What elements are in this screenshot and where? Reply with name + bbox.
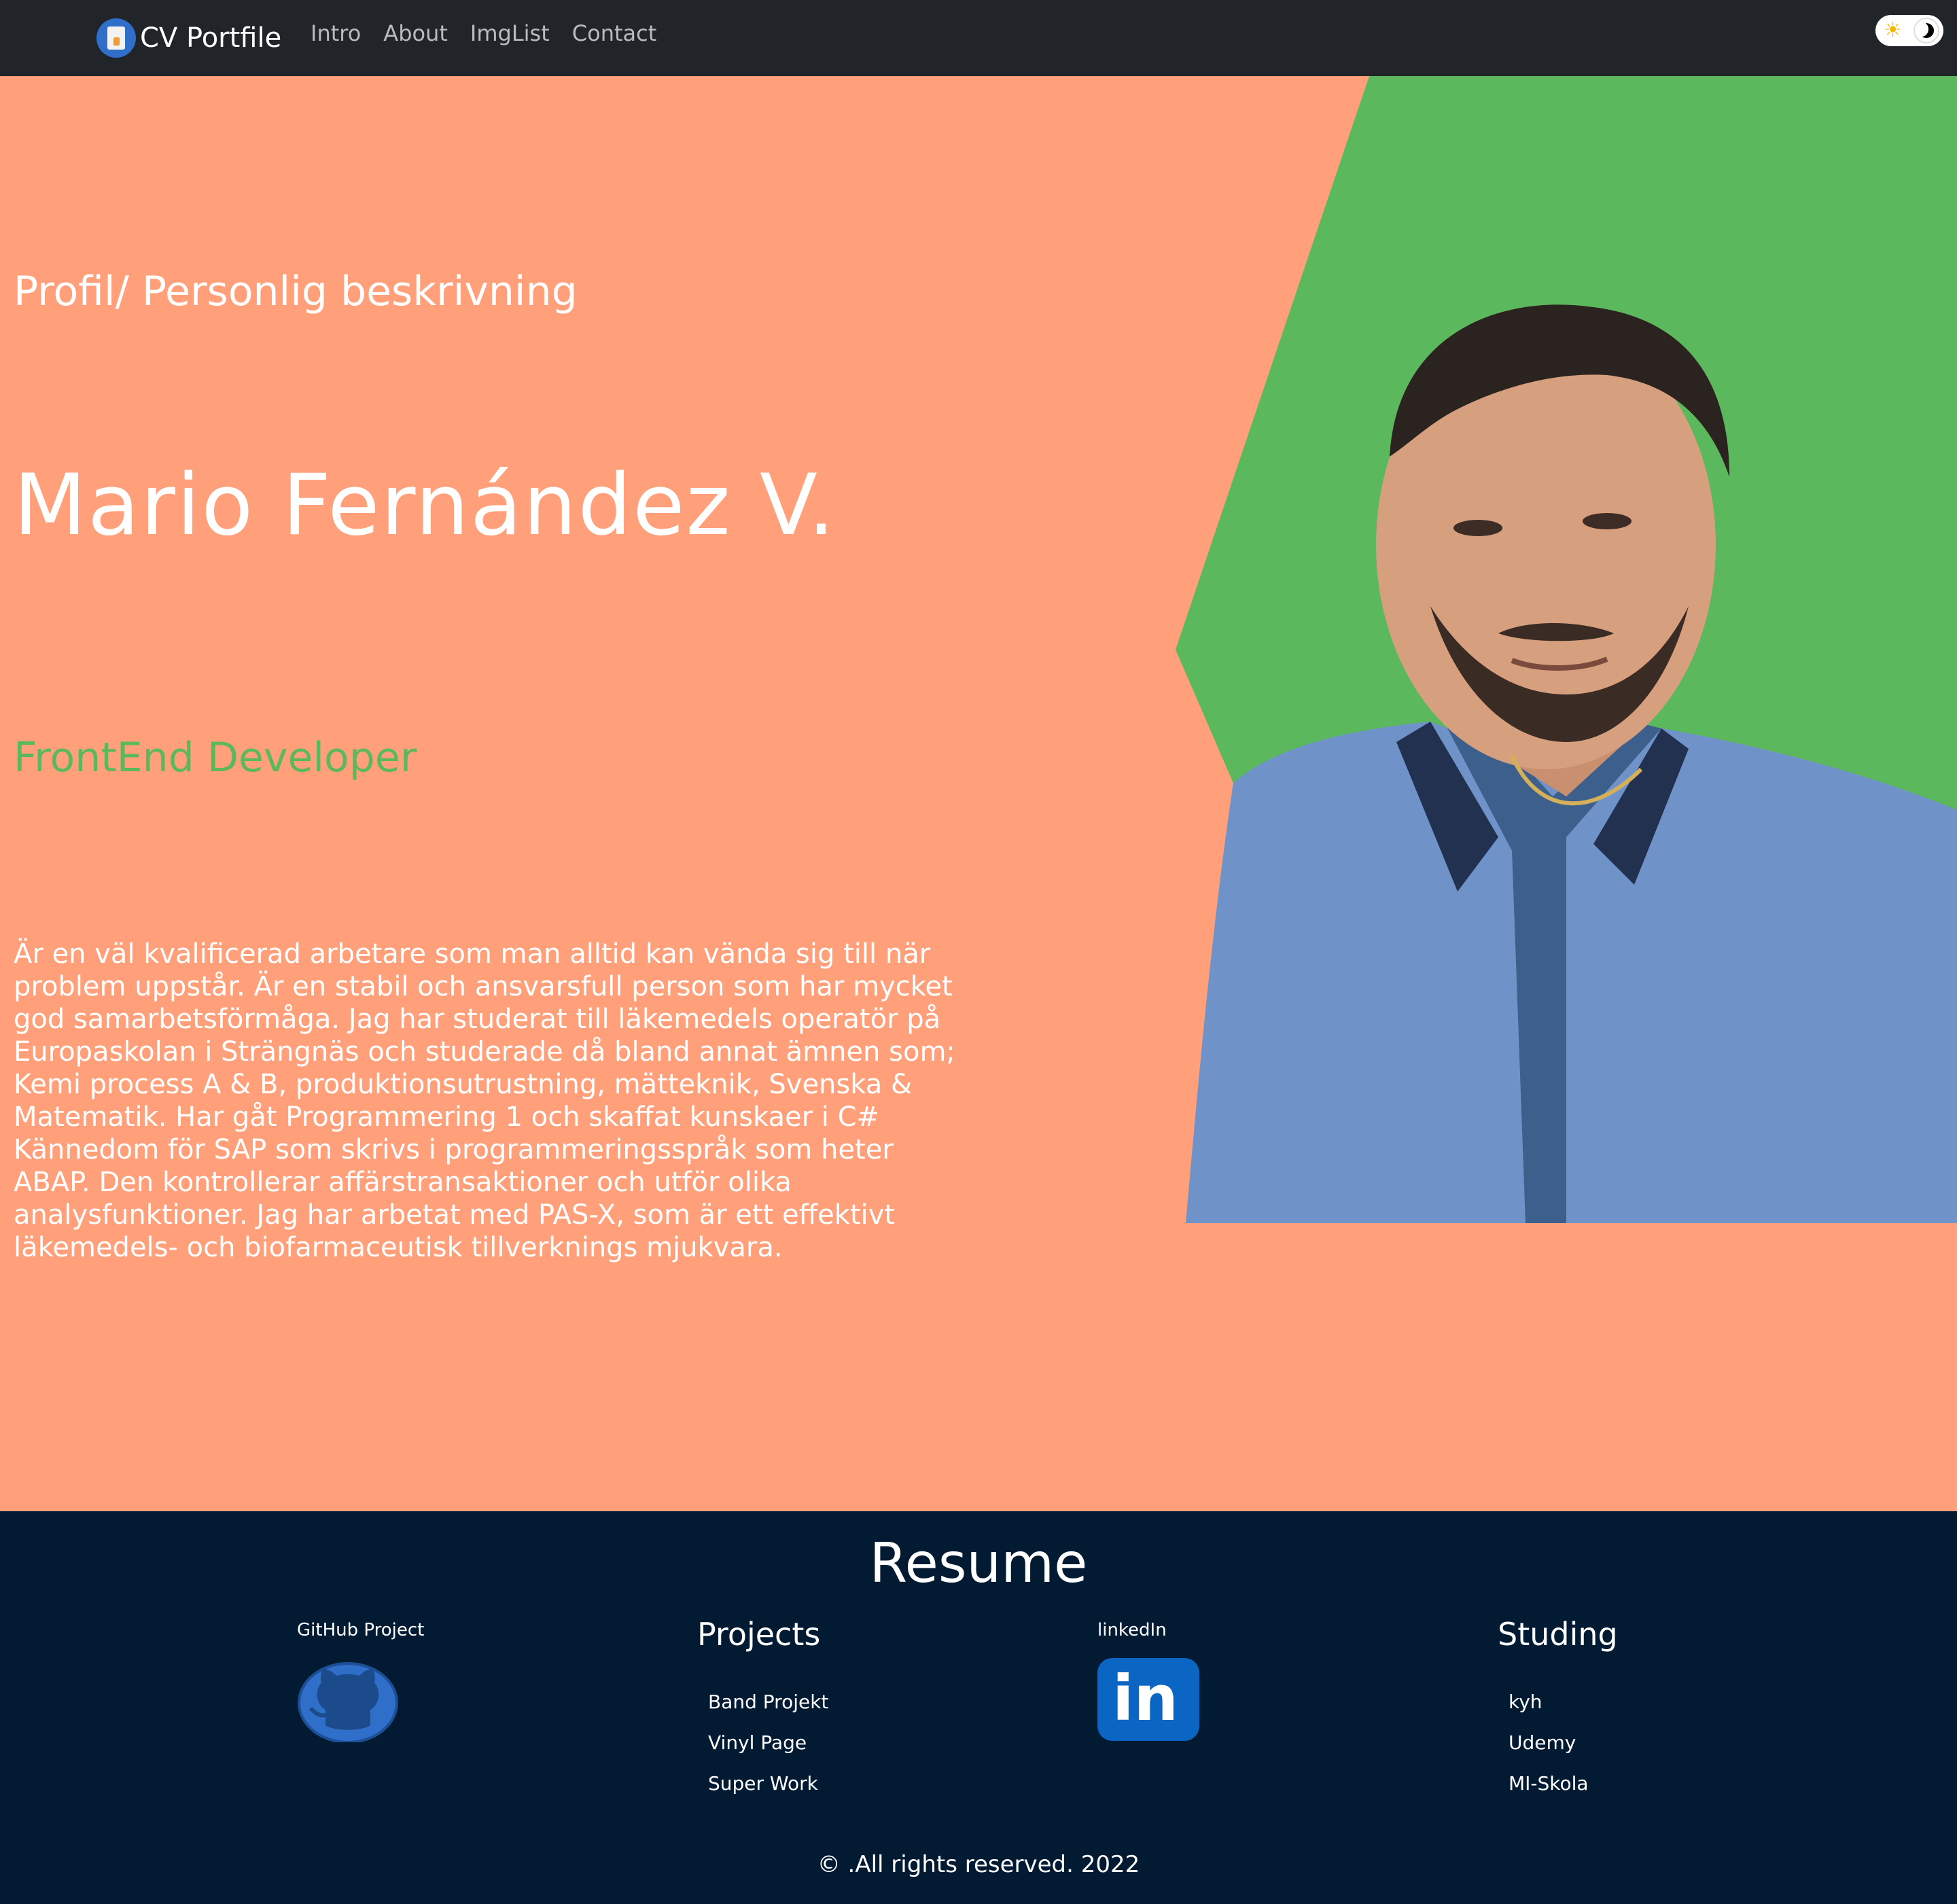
moon-icon	[1915, 22, 1934, 38]
project-link-superwork[interactable]: Super Work	[708, 1772, 818, 1795]
cv-document-icon	[96, 18, 136, 58]
studing-list: kyh Udemy MI-Skola	[1509, 1691, 1589, 1813]
nav-link-intro[interactable]: Intro	[311, 20, 361, 46]
sun-icon: ☀	[1884, 18, 1902, 42]
projects-list: Band Projekt Vinyl Page Super Work	[708, 1691, 828, 1813]
nav-link-about[interactable]: About	[383, 20, 448, 46]
studing-title: Studing	[1498, 1616, 1618, 1653]
list-item: Udemy	[1509, 1731, 1589, 1772]
theme-toggle[interactable]: ☀	[1875, 15, 1943, 46]
study-link-udemy[interactable]: Udemy	[1509, 1731, 1576, 1754]
list-item: MI-Skola	[1509, 1772, 1589, 1813]
nav-links: Intro About ImgList Contact	[311, 20, 679, 46]
projects-title: Projects	[697, 1616, 821, 1653]
studing-column: Studing kyh Udemy MI-Skola	[1498, 1616, 1618, 1795]
linkedin-icon[interactable]: in	[1097, 1658, 1199, 1741]
linkedin-title: linkedIn	[1097, 1620, 1167, 1640]
copyright-text: © .All rights reserved. 2022	[817, 1851, 1140, 1878]
github-title: GitHub Project	[297, 1620, 425, 1640]
hero-name: Mario Fernández V.	[14, 457, 836, 554]
project-link-band[interactable]: Band Projekt	[708, 1691, 828, 1713]
nav-link-contact[interactable]: Contact	[572, 20, 657, 46]
projects-column: Projects Band Projekt Vinyl Page Super W…	[697, 1616, 828, 1795]
brand-link[interactable]: CV Portfile	[96, 18, 281, 58]
resume-title: Resume	[869, 1532, 1088, 1595]
hero-section: Profil/ Personlig beskrivning Mario Fern…	[0, 76, 1957, 1511]
footer: Resume GitHub Project Projects Band Proj…	[0, 1511, 1957, 1904]
github-column: GitHub Project	[297, 1620, 425, 1742]
nav-link-imglist[interactable]: ImgList	[470, 20, 550, 46]
list-item: Super Work	[708, 1772, 828, 1813]
toggle-knob[interactable]	[1914, 18, 1939, 43]
list-item: Vinyl Page	[708, 1731, 828, 1772]
portrait-photo	[1186, 304, 1957, 1223]
github-icon[interactable]	[297, 1661, 399, 1742]
project-link-vinyl[interactable]: Vinyl Page	[708, 1731, 807, 1754]
list-item: kyh	[1509, 1691, 1589, 1731]
hero-role: FrontEnd Developer	[14, 734, 417, 781]
study-link-kyh[interactable]: kyh	[1509, 1691, 1542, 1713]
hero-subtitle: Profil/ Personlig beskrivning	[14, 268, 578, 315]
brand-title: CV Portfile	[140, 22, 282, 54]
linkedin-column: linkedIn in	[1097, 1620, 1199, 1741]
navbar: CV Portfile Intro About ImgList Contact …	[0, 0, 1957, 76]
hero-description: Är en väl kvalificerad arbetare som man …	[14, 938, 955, 1263]
study-link-mi-skola[interactable]: MI-Skola	[1509, 1772, 1589, 1795]
list-item: Band Projekt	[708, 1691, 828, 1731]
